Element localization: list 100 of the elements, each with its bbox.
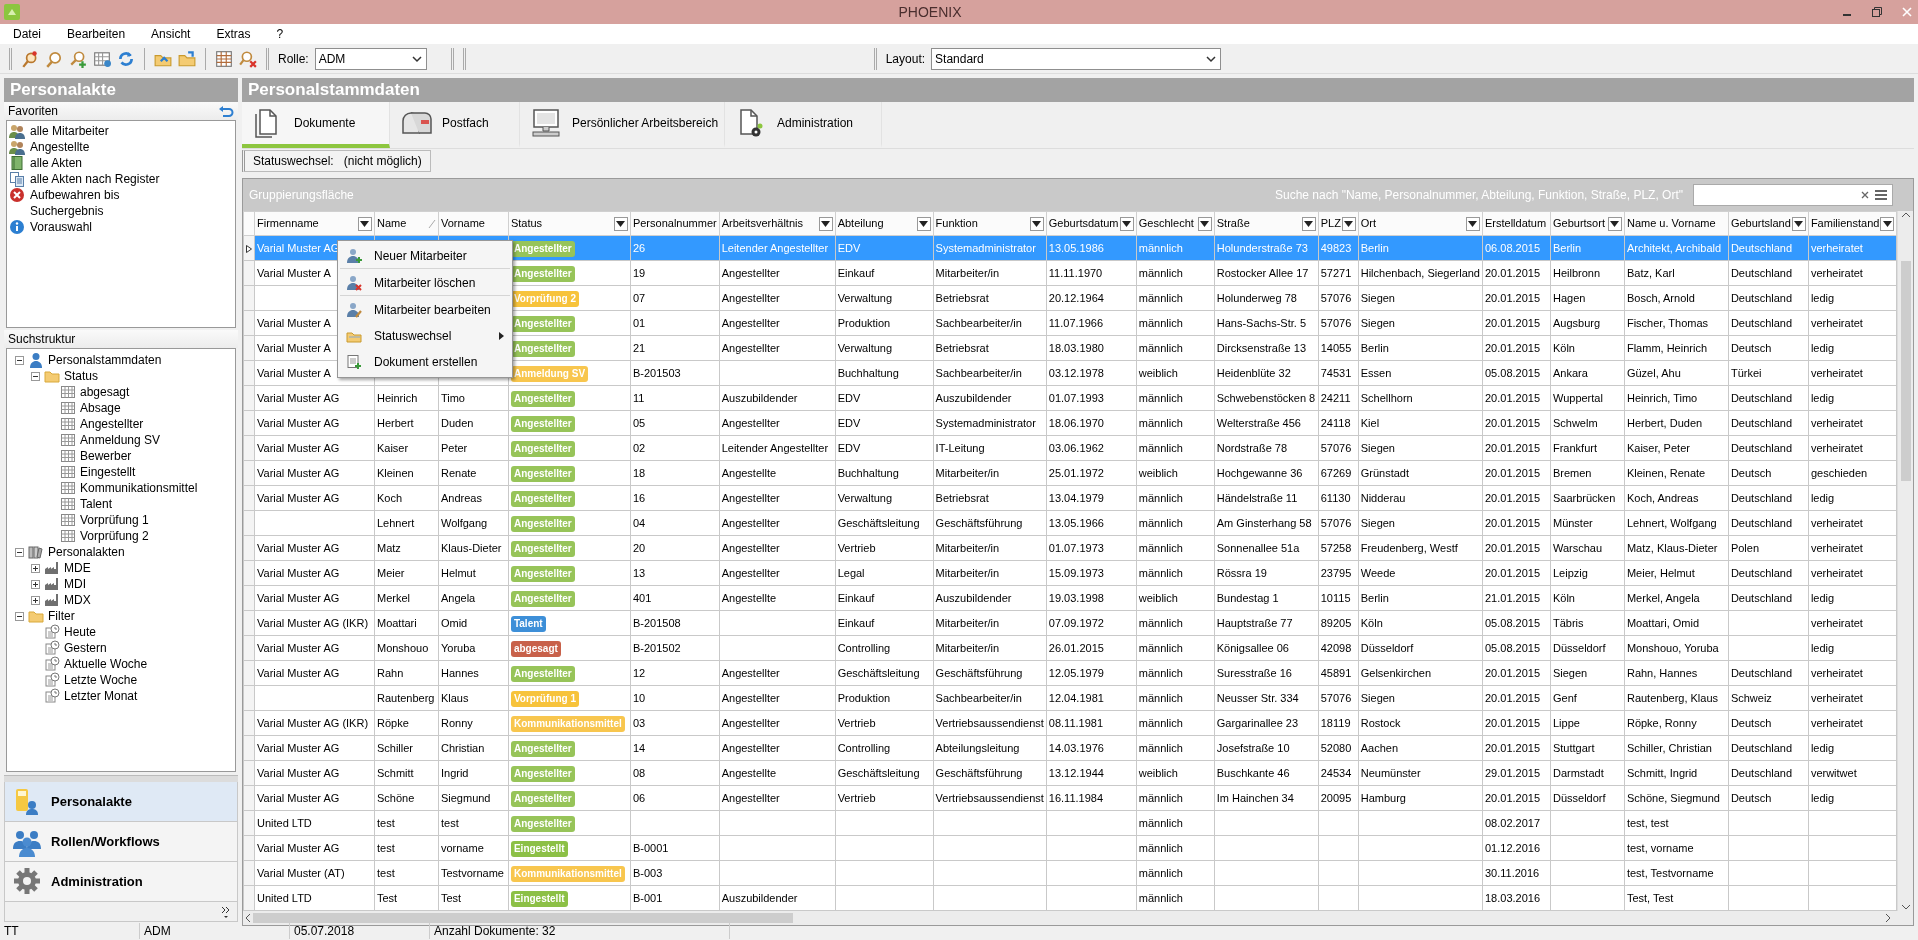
filter-button[interactable] — [916, 216, 931, 231]
tree-item[interactable]: MDX — [64, 591, 91, 609]
search-remove-icon[interactable] — [239, 49, 257, 68]
filter-button[interactable] — [1029, 216, 1044, 231]
nav-button[interactable]: Rollen/Workflows — [4, 822, 238, 862]
vertical-scrollbar[interactable] — [1897, 211, 1913, 911]
favorite-item[interactable]: alle Akten nach Register — [30, 170, 160, 188]
tree-item[interactable]: Anmeldung SV — [80, 431, 161, 449]
context-menu-item[interactable]: Mitarbeiter bearbeiten — [340, 297, 510, 323]
table-refresh-icon[interactable] — [93, 49, 111, 68]
table-cell: 20.01.2015 — [1485, 741, 1541, 754]
favorite-item[interactable]: Aufbewahren bis — [30, 186, 120, 204]
tree-item[interactable]: Filter — [48, 607, 75, 625]
add-search-icon[interactable] — [69, 49, 87, 68]
search-icon[interactable] — [45, 49, 63, 68]
tree-toggle[interactable] — [15, 355, 24, 365]
tree-item[interactable]: Kommunikationsmittel — [80, 479, 198, 497]
tree-item[interactable]: Talent — [80, 495, 113, 513]
menu-item[interactable]: Extras — [203, 25, 264, 43]
context-menu-item[interactable]: Statuswechsel — [340, 323, 510, 349]
table-cell: männlich — [1138, 291, 1183, 304]
filter-button[interactable] — [1791, 216, 1806, 231]
tree-item[interactable]: Absage — [80, 399, 121, 417]
restore-icon[interactable] — [1870, 5, 1884, 19]
table-cell: 20.01.2015 — [1485, 341, 1541, 354]
filter-button[interactable] — [613, 216, 628, 231]
tree-toggle[interactable] — [31, 563, 40, 573]
favorite-item[interactable]: Vorauswahl — [30, 218, 93, 236]
context-menu-item[interactable]: Dokument erstellen — [340, 349, 510, 375]
table-cell: 24118 — [1320, 416, 1351, 429]
filter-button[interactable] — [1607, 216, 1622, 231]
scroll-left-icon[interactable] — [243, 913, 253, 923]
tab[interactable]: Dokumente — [242, 102, 390, 148]
tree-item[interactable]: Vorprüfung 1 — [80, 511, 149, 529]
role-dropdown[interactable]: ADM — [314, 47, 427, 70]
scroll-thumb[interactable] — [253, 913, 793, 923]
refresh-icon[interactable] — [117, 49, 135, 68]
search-field[interactable] — [1693, 184, 1893, 206]
table-cell: Suresstraße 16 — [1216, 666, 1292, 679]
clear-icon[interactable] — [1860, 190, 1870, 200]
favorite-item[interactable]: alle Akten — [30, 154, 83, 172]
folder-icon[interactable] — [178, 49, 196, 68]
filter-button[interactable] — [357, 216, 372, 231]
tree-toggle[interactable] — [31, 579, 40, 589]
tree-item[interactable]: Personalakten — [48, 543, 125, 561]
filter-button[interactable] — [1197, 216, 1212, 231]
menu-item[interactable]: Bearbeiten — [54, 25, 139, 43]
tree-toggle[interactable] — [15, 547, 24, 557]
tree-item[interactable]: abgesagt — [80, 383, 130, 401]
menu-item[interactable]: Datei — [0, 25, 54, 43]
tree-toggle[interactable] — [31, 371, 40, 381]
menu-item[interactable]: ? — [263, 25, 297, 43]
tree-item[interactable]: Bewerber — [80, 447, 132, 465]
context-menu-item[interactable]: Mitarbeiter löschen — [340, 270, 510, 296]
menu-item[interactable]: Ansicht — [138, 25, 204, 43]
favorite-item[interactable]: Suchergebnis — [30, 202, 104, 220]
tree-item[interactable]: MDE — [64, 559, 91, 577]
tree-item[interactable]: Heute — [64, 623, 97, 641]
scroll-right-icon[interactable] — [1883, 913, 1893, 923]
tree-item[interactable]: Aktuelle Woche — [64, 655, 148, 673]
menu-icon[interactable] — [1874, 189, 1888, 201]
tree-item[interactable]: MDI — [64, 575, 86, 593]
filter-button[interactable] — [818, 216, 833, 231]
layout-dropdown[interactable]: Standard — [931, 47, 1222, 70]
table-cell: Darmstadt — [1552, 766, 1604, 779]
tree-item[interactable]: Letzte Woche — [64, 671, 138, 689]
context-menu-item[interactable]: Neuer Mitarbeiter — [340, 243, 510, 269]
table-cell: Test, Test — [1626, 891, 1674, 904]
horizontal-scrollbar[interactable] — [243, 911, 1913, 925]
table-cell: Berlin — [1360, 241, 1389, 254]
nav-button[interactable]: Administration — [4, 862, 238, 902]
tree-toggle[interactable] — [31, 595, 40, 605]
scroll-down-icon[interactable] — [1900, 903, 1911, 911]
tree-item[interactable]: Letzter Monat — [64, 687, 138, 705]
filter-button[interactable] — [1341, 216, 1356, 231]
favorite-item[interactable]: Angestellte — [30, 138, 90, 156]
scroll-up-icon[interactable] — [1900, 211, 1911, 219]
tree-item[interactable]: Vorprüfung 2 — [80, 527, 149, 545]
table-cell: United LTD — [257, 891, 312, 904]
tree-item[interactable]: Status — [64, 367, 99, 385]
table-cell: 20.01.2015 — [1485, 666, 1541, 679]
tree-item[interactable]: Angestellter — [80, 415, 144, 433]
nav-button[interactable]: Personalakte — [4, 782, 238, 822]
chevron-icon[interactable] — [221, 904, 231, 919]
pin-search-icon[interactable] — [21, 49, 39, 68]
filter-button[interactable] — [1466, 216, 1480, 231]
filter-button[interactable] — [1880, 216, 1894, 231]
tree-item[interactable]: Eingestellt — [80, 463, 136, 481]
scroll-thumb[interactable] — [1900, 261, 1911, 481]
grid-icon[interactable] — [215, 49, 233, 68]
filter-button[interactable] — [1301, 216, 1316, 231]
status-badge: Angestellter — [510, 390, 575, 407]
tree-item[interactable]: Personalstammdaten — [48, 351, 162, 369]
filter-button[interactable] — [1119, 216, 1134, 231]
column-header[interactable]: Status — [510, 215, 543, 232]
tree-toggle[interactable] — [15, 611, 24, 621]
tree-item[interactable]: Gestern — [64, 639, 107, 657]
favorite-item[interactable]: alle Mitarbeiter — [30, 122, 109, 140]
column-header[interactable]: Ort — [1360, 215, 1376, 232]
undo-icon[interactable] — [218, 105, 234, 117]
